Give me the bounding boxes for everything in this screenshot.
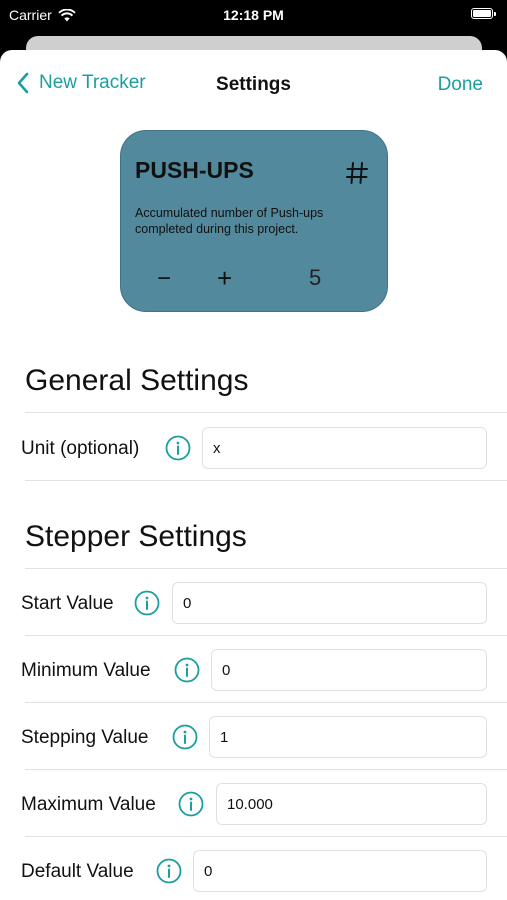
info-icon[interactable] [178,791,204,817]
stepping-value-row: Stepping Value 1 [0,716,507,758]
start-value-row: Start Value 0 [0,582,507,624]
minimum-value-row: Minimum Value 0 [0,649,507,691]
divider [25,635,507,636]
card-description: Accumulated number of Push-ups completed… [135,206,324,236]
unit-row: Unit (optional) x [0,427,507,469]
divider [25,568,507,569]
info-icon[interactable] [172,724,198,750]
stepper-settings-title: Stepper Settings [25,520,247,553]
general-settings-title: General Settings [25,364,249,397]
info-icon[interactable] [156,858,182,884]
hash-icon [346,162,368,184]
default-value-row: Default Value 0 [0,850,507,892]
maximum-value-label: Maximum Value [21,794,156,815]
navigation-bar: New Tracker Settings Done [0,50,507,118]
default-value-input[interactable]: 0 [193,850,487,892]
tracker-preview-card: PUSH-UPS Accumulated number of Push-ups … [120,130,388,312]
start-value-input[interactable]: 0 [172,582,487,624]
info-icon[interactable] [134,590,160,616]
minimum-value-input[interactable]: 0 [211,649,487,691]
start-value-label: Start Value [21,593,114,614]
unit-label: Unit (optional) [21,438,140,459]
divider [25,702,507,703]
default-value-label: Default Value [21,861,134,882]
divider [25,769,507,770]
maximum-value-input[interactable]: 10.000 [216,783,487,825]
card-value: 5 [309,265,322,290]
stepping-value-input[interactable]: 1 [209,716,487,758]
page-title: Settings [216,74,291,95]
divider [25,836,507,837]
settings-sheet: New Tracker Settings Done PUSH-UPS Accum… [0,50,507,900]
increment-button[interactable]: + [217,263,232,294]
stepping-value-label: Stepping Value [21,727,149,748]
decrement-button[interactable]: − [157,265,171,293]
card-title: PUSH-UPS [135,157,254,183]
maximum-value-row: Maximum Value 10.000 [0,783,507,825]
divider [25,480,507,481]
divider [25,412,507,413]
battery-icon [471,8,496,19]
status-time: 12:18 PM [223,7,284,23]
info-icon[interactable] [174,657,200,683]
status-bar: Carrier 12:18 PM [0,0,507,30]
info-icon[interactable] [165,435,191,461]
minimum-value-label: Minimum Value [21,660,151,681]
done-button[interactable]: Done [438,74,483,96]
unit-input[interactable]: x [202,427,487,469]
